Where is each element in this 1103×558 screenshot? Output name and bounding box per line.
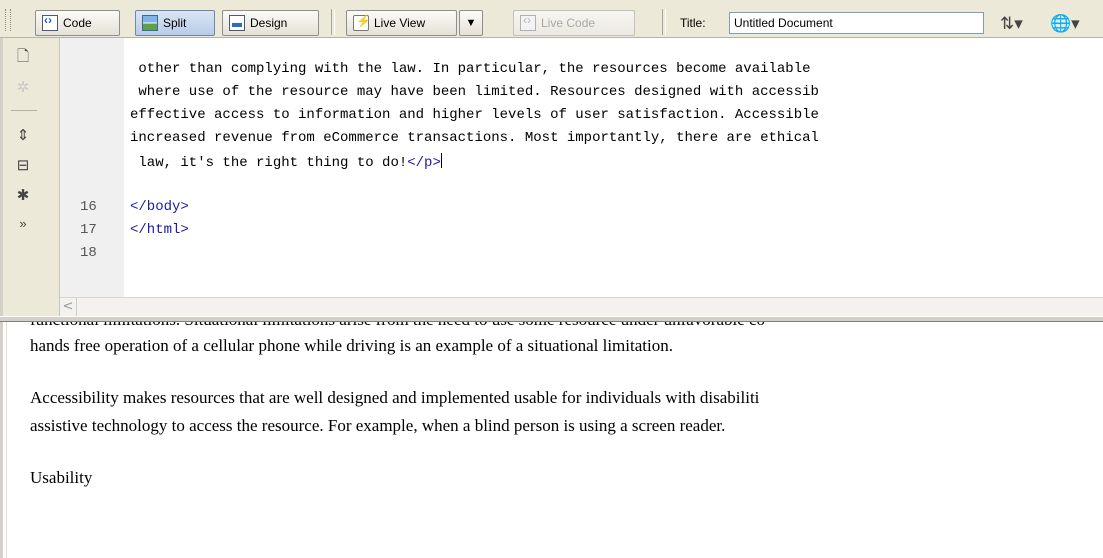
design-text-line: assistive technology to access the resou…	[30, 416, 726, 435]
live-code-icon	[520, 13, 536, 31]
open-documents-icon[interactable]: 🗋	[13, 46, 33, 71]
code-view-icon	[42, 13, 58, 31]
expand-all-icon[interactable]: ⊟	[13, 156, 33, 174]
panel-edge	[0, 322, 7, 558]
design-text-line: functional limitations. Situational limi…	[30, 322, 765, 330]
split-view-icon	[142, 15, 158, 31]
code-line: effective access to information and high…	[130, 107, 819, 123]
line-number: 17	[80, 222, 97, 238]
live-view-button[interactable]: Live View	[346, 10, 457, 36]
line-number: 16	[80, 199, 97, 215]
code-line: where use of the resource may have been …	[130, 84, 819, 100]
live-code-label: Live Code	[541, 16, 596, 30]
highlight-invalid-icon: ✲	[16, 79, 30, 96]
design-text-line: Accessibility makes resources that are w…	[30, 388, 760, 407]
more-options-icon[interactable]: »	[13, 216, 33, 231]
split-view-label: Split	[163, 16, 187, 30]
code-line: </html>	[130, 222, 189, 238]
code-tag: </p>	[407, 155, 441, 171]
live-view-dropdown[interactable]: ▼	[459, 10, 483, 36]
code-line: increased revenue from eCommerce transac…	[130, 130, 819, 146]
design-view[interactable]: functional limitations. Situational limi…	[0, 322, 1103, 558]
scroll-left-arrow-icon[interactable]: <	[60, 298, 77, 316]
toolbar-separator	[331, 9, 335, 35]
select-parent-tag-icon[interactable]: ✱	[13, 186, 33, 204]
design-heading: Usability	[30, 468, 93, 487]
code-view-label: Code	[63, 16, 92, 30]
code-view[interactable]: 🗋 ✲ ⇕ ⊟ ✱ » 16 17 18 other than complyin…	[0, 38, 1103, 328]
live-view-icon	[353, 14, 371, 31]
design-view-button[interactable]: Design	[222, 10, 319, 36]
live-view-label: Live View	[374, 16, 426, 30]
code-text: law, it's the right thing to do!	[130, 155, 408, 171]
collapse-tag-icon[interactable]: ⇕	[13, 126, 33, 144]
document-title-input[interactable]	[729, 12, 984, 34]
line-number-gutter: 16 17 18	[60, 38, 124, 316]
document-toolbar: Code Split Design Live View ▼ Live Code …	[0, 0, 1103, 38]
design-view-label: Design	[250, 16, 288, 30]
horizontal-scrollbar[interactable]: <	[60, 297, 1103, 316]
chevron-down-icon: ▼	[465, 17, 477, 29]
coding-toolbar: 🗋 ✲ ⇕ ⊟ ✱ »	[3, 38, 60, 316]
line-number: 18	[80, 245, 97, 261]
design-view-icon	[229, 15, 245, 31]
split-view-button[interactable]: Split	[135, 10, 215, 36]
code-view-button[interactable]: Code	[35, 10, 120, 36]
code-line: other than complying with the law. In pa…	[130, 61, 811, 77]
live-code-button[interactable]: Live Code	[513, 10, 635, 36]
design-text-line: hands free operation of a cellular phone…	[30, 336, 673, 355]
code-line: </body>	[130, 199, 189, 215]
title-label: Title:	[680, 16, 706, 30]
coding-toolbar-separator	[11, 110, 37, 111]
toolbar-grip[interactable]	[5, 9, 11, 31]
toolbar-separator	[662, 9, 666, 35]
file-management-icon[interactable]: ⇅▾	[1000, 14, 1023, 34]
preview-browser-icon[interactable]: 🌐▾	[1050, 14, 1080, 34]
text-caret	[440, 153, 442, 168]
code-line: law, it's the right thing to do!</p>	[130, 153, 442, 171]
